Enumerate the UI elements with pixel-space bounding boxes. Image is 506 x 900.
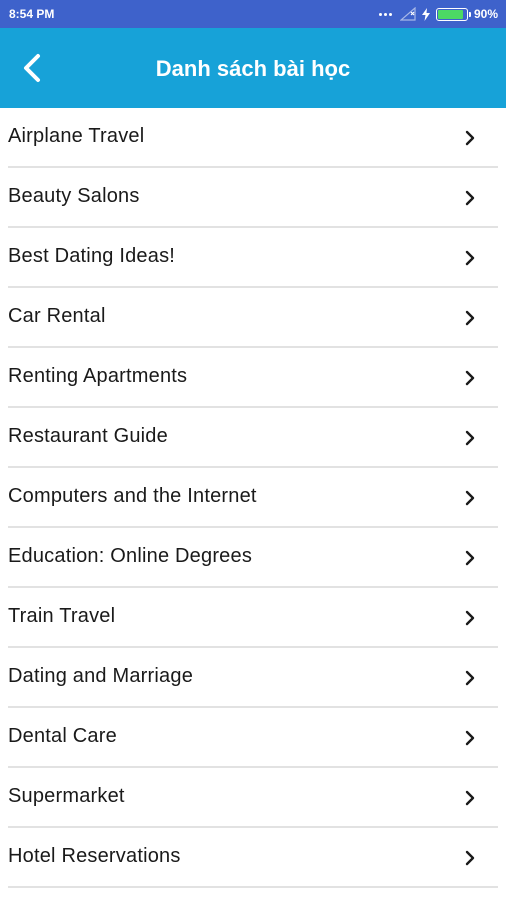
list-item-label: Restaurant Guide	[8, 425, 168, 447]
status-icons: 90%	[378, 5, 498, 23]
list-item[interactable]: Dating and Marriage	[0, 648, 506, 708]
list-item[interactable]: Train Travel	[0, 588, 506, 648]
chevron-right-icon	[465, 430, 475, 446]
chevron-right-icon	[465, 610, 475, 626]
chevron-right-icon	[465, 490, 475, 506]
chevron-right-icon	[465, 850, 475, 866]
battery-level	[437, 9, 463, 19]
chevron-right-icon	[465, 670, 475, 686]
list-item[interactable]: Car Rental	[0, 288, 506, 348]
chevron-right-icon	[465, 730, 475, 746]
chevron-right-icon	[465, 250, 475, 266]
list-item-label: Hotel Reservations	[8, 845, 181, 867]
list-item-label: Dental Care	[8, 725, 117, 747]
list-item-label: Beauty Salons	[8, 185, 140, 207]
list-item-label: Car Rental	[8, 305, 106, 327]
list-item[interactable]: Best Dating Ideas!	[0, 228, 506, 288]
more-notifications-icon	[378, 12, 392, 16]
list-item-label: Dating and Marriage	[8, 665, 194, 687]
chevron-right-icon	[465, 130, 475, 146]
list-item[interactable]: Renting Apartments	[0, 348, 506, 408]
charging-icon	[421, 7, 430, 21]
chevron-right-icon	[465, 190, 475, 206]
status-time: 8:54 PM	[9, 7, 55, 21]
status-bar: 8:54 PM 90%	[0, 0, 506, 28]
list-item-label: Renting Apartments	[8, 365, 188, 387]
list-item-label: Supermarket	[8, 785, 125, 807]
list-item[interactable]: Supermarket	[0, 768, 506, 828]
chevron-right-icon	[465, 790, 475, 806]
list-item[interactable]: Computers and the Internet	[0, 468, 506, 528]
list-item[interactable]: Restaurant Guide	[0, 408, 506, 468]
list-item-label: Train Travel	[8, 605, 116, 627]
list-item[interactable]: Airplane Travel	[0, 108, 506, 168]
list-item[interactable]: Dental Care	[0, 708, 506, 768]
app-bar: Danh sách bài học	[0, 28, 506, 108]
lesson-list: Airplane Travel Beauty Salons Best Dating …	[0, 108, 506, 888]
chevron-right-icon	[465, 550, 475, 566]
list-item[interactable]: Education: Online Degrees	[0, 528, 506, 588]
list-item[interactable]: Beauty Salons	[0, 168, 506, 228]
chevron-right-icon	[465, 370, 475, 386]
list-item-label: Education: Online Degrees	[8, 545, 253, 567]
page-title: Danh sách bài học	[155, 56, 351, 81]
list-item-label: Best Dating Ideas!	[8, 245, 176, 267]
list-item-label: Computers and the Internet	[8, 485, 257, 507]
list-item[interactable]: Hotel Reservations	[0, 828, 506, 888]
signal-icon	[399, 7, 416, 21]
chevron-right-icon	[465, 310, 475, 326]
battery-percent: 90%	[473, 7, 498, 21]
battery-icon	[435, 7, 471, 21]
list-item-label: Airplane Travel	[8, 125, 145, 147]
